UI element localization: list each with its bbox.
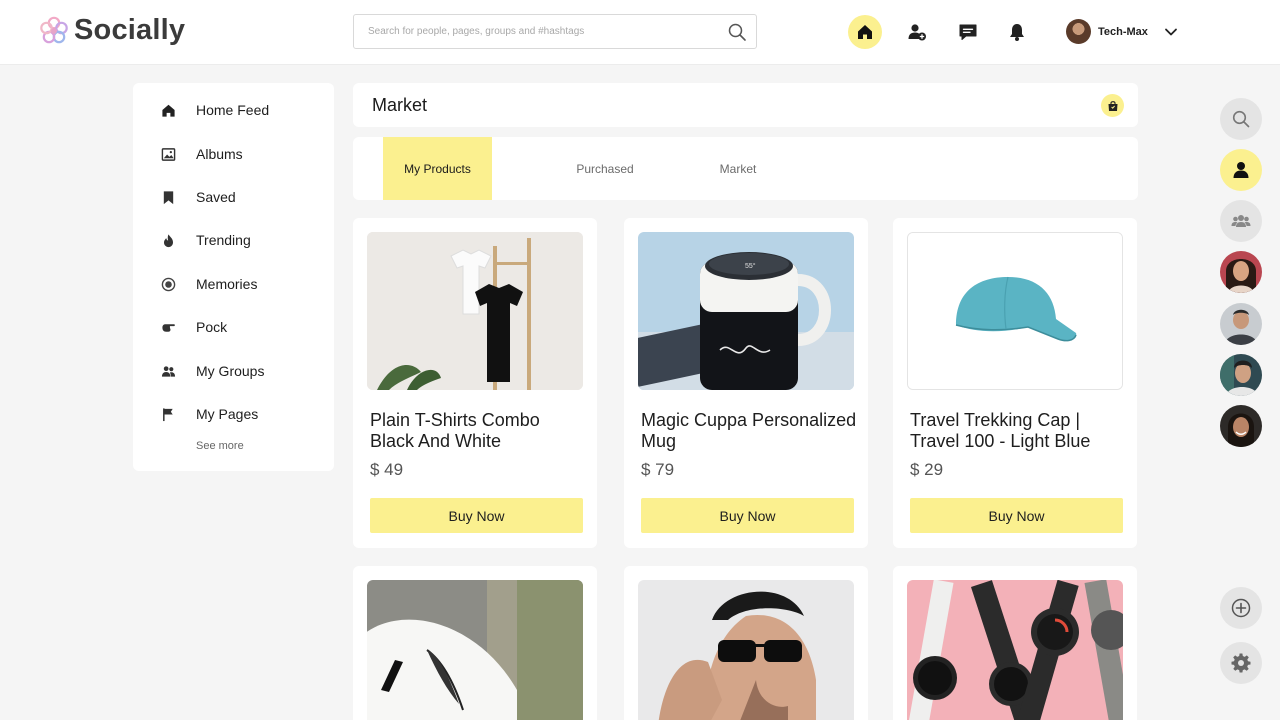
product-name[interactable]: Magic Cuppa Personalized Mug	[641, 410, 859, 452]
search-bar	[353, 14, 757, 49]
top-header: Socially Tech-Max	[0, 0, 1280, 65]
product-price: $ 29	[910, 460, 944, 479]
gear-icon	[1231, 653, 1251, 673]
groups-icon	[161, 365, 175, 377]
rail-add-button[interactable]	[1220, 587, 1262, 629]
product-price: $ 79	[641, 460, 675, 479]
add-friend-button[interactable]	[900, 15, 934, 49]
home-icon	[858, 25, 872, 39]
sidebar-item-label: Pock	[196, 319, 228, 335]
product-card: Plain T-Shirts Combo Black And White $ 4…	[353, 218, 597, 548]
buy-now-button[interactable]: Buy Now	[641, 498, 854, 533]
profile-name: Tech-Max	[1098, 25, 1148, 38]
left-sidebar: Home Feed Albums Saved Trending Memories…	[133, 83, 334, 471]
poke-hand-icon	[161, 323, 175, 332]
profile-menu[interactable]: Tech-Max	[1066, 19, 1178, 44]
tab-purchased[interactable]: Purchased	[559, 137, 651, 200]
rail-settings-button[interactable]	[1220, 642, 1262, 684]
product-card: Travel Trekking Cap | Travel 100 - Light…	[893, 218, 1137, 548]
flower-logo-icon	[40, 16, 68, 43]
product-card	[893, 566, 1137, 720]
product-card	[353, 566, 597, 720]
add-friend-icon	[908, 24, 926, 41]
groups-icon	[1231, 215, 1251, 227]
app-logo[interactable]: Socially	[38, 14, 185, 47]
product-card: 55° Magic Cuppa Personalized Mug $ 79 Bu…	[624, 218, 868, 548]
product-image[interactable]	[907, 580, 1123, 720]
sidebar-item-label: Memories	[196, 276, 258, 292]
product-image[interactable]	[907, 232, 1123, 390]
sidebar-item-label: Trending	[196, 232, 251, 248]
product-image[interactable]: 55°	[638, 232, 854, 390]
sidebar-item-label: Saved	[196, 189, 236, 205]
search-input[interactable]	[354, 15, 727, 48]
sidebar-item-my-pages[interactable]: My Pages	[160, 404, 258, 424]
product-name[interactable]: Travel Trekking Cap | Travel 100 - Light…	[910, 410, 1128, 452]
sidebar-item-saved[interactable]: Saved	[160, 187, 236, 207]
albums-icon	[161, 147, 175, 161]
chevron-down-icon[interactable]	[1164, 25, 1178, 39]
sidebar-item-pock[interactable]: Pock	[160, 317, 227, 337]
product-price: $ 49	[370, 460, 404, 479]
rail-search-button[interactable]	[1220, 98, 1262, 140]
app-name: Socially	[74, 14, 186, 46]
buy-now-button[interactable]: Buy Now	[910, 498, 1123, 533]
sidebar-item-memories[interactable]: Memories	[160, 274, 257, 294]
sidebar-item-albums[interactable]: Albums	[160, 144, 243, 164]
memories-icon	[161, 277, 175, 291]
avatar[interactable]	[1220, 354, 1262, 396]
home-nav-button[interactable]	[848, 15, 882, 49]
flag-icon	[162, 407, 173, 421]
product-image[interactable]	[367, 232, 583, 390]
product-name[interactable]: Plain T-Shirts Combo Black And White	[370, 410, 588, 452]
sidebar-item-trending[interactable]: Trending	[160, 230, 251, 250]
see-more-link[interactable]: See more	[196, 440, 244, 452]
tab-market[interactable]: Market	[701, 137, 775, 200]
messages-button[interactable]	[951, 15, 985, 49]
svg-text:55°: 55°	[745, 262, 756, 270]
search-icon[interactable]	[727, 22, 747, 42]
market-header: Market	[353, 83, 1138, 127]
product-image[interactable]	[638, 580, 854, 720]
notifications-icon	[1010, 24, 1024, 41]
avatar	[1066, 19, 1091, 44]
avatar[interactable]	[1220, 405, 1262, 447]
avatar[interactable]	[1220, 251, 1262, 293]
sidebar-item-label: My Pages	[196, 406, 259, 422]
home-icon	[161, 104, 175, 117]
page-title: Market	[372, 95, 428, 115]
rail-profile-button[interactable]	[1220, 149, 1262, 191]
sidebar-item-label: Home Feed	[196, 102, 270, 118]
messages-icon	[959, 24, 977, 40]
sidebar-item-label: Albums	[196, 146, 243, 162]
product-card	[624, 566, 868, 720]
user-icon	[1233, 162, 1249, 178]
rail-groups-button[interactable]	[1220, 200, 1262, 242]
bookmark-icon	[163, 190, 173, 204]
add-circle-icon	[1231, 598, 1251, 618]
buy-now-button[interactable]: Buy Now	[370, 498, 583, 533]
market-tabs: My Products Purchased Market	[353, 137, 1138, 200]
sidebar-item-label: My Groups	[196, 363, 265, 379]
avatar[interactable]	[1220, 303, 1262, 345]
notifications-button[interactable]	[1000, 15, 1034, 49]
search-icon	[1232, 110, 1250, 128]
product-image[interactable]	[367, 580, 583, 720]
tab-my-products[interactable]: My Products	[383, 137, 492, 200]
shopping-bag-icon	[1108, 100, 1117, 111]
sidebar-item-home-feed[interactable]: Home Feed	[160, 100, 269, 120]
sidebar-item-my-groups[interactable]: My Groups	[160, 361, 264, 381]
flame-icon	[163, 233, 173, 247]
market-bag-button[interactable]	[1101, 94, 1124, 117]
